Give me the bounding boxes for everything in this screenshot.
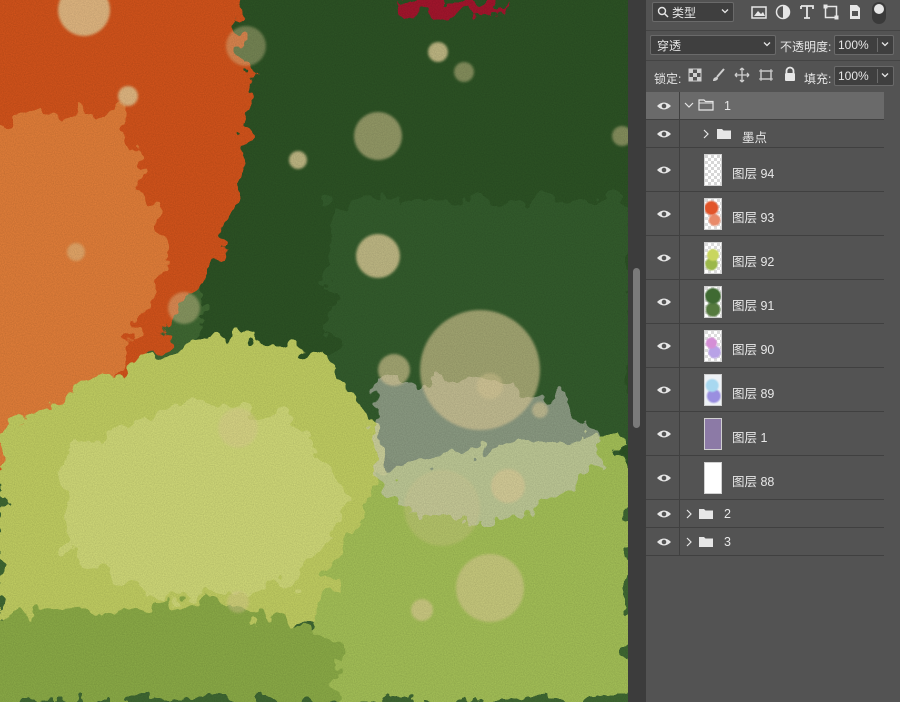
layer-thumbnail bbox=[704, 154, 722, 186]
canvas-scrollbar[interactable] bbox=[628, 0, 646, 702]
eye-icon[interactable] bbox=[656, 536, 672, 548]
layer-name: 图层 91 bbox=[732, 299, 775, 313]
eye-icon[interactable] bbox=[656, 428, 672, 440]
layer-thumbnail bbox=[704, 330, 722, 362]
chevron-down-icon[interactable] bbox=[880, 39, 890, 49]
opacity-field[interactable]: 100% bbox=[834, 35, 894, 55]
layer-90[interactable]: 图层 90 bbox=[646, 324, 884, 368]
layer-name: 图层 94 bbox=[732, 167, 775, 181]
layer-89[interactable]: 图层 89 bbox=[646, 368, 884, 412]
lock-fill-bar: 锁定: 填充: 100% bbox=[646, 60, 900, 91]
fill-field[interactable]: 100% bbox=[834, 66, 894, 86]
chevron-down-icon[interactable] bbox=[684, 101, 694, 109]
eye-icon[interactable] bbox=[656, 208, 672, 220]
opacity-label: 不透明度: bbox=[780, 40, 832, 54]
image-filter-icon[interactable] bbox=[750, 3, 768, 21]
layers-scroll-gutter bbox=[884, 92, 900, 702]
layer-group-2[interactable]: 2 bbox=[646, 500, 884, 528]
layer-91[interactable]: 图层 91 bbox=[646, 280, 884, 324]
filter-kind-label: 类型 bbox=[672, 5, 697, 20]
scrollbar-thumb[interactable] bbox=[633, 268, 640, 428]
layer-name: 图层 1 bbox=[732, 431, 768, 445]
filter-toggle-switch[interactable] bbox=[872, 2, 886, 24]
eye-icon[interactable] bbox=[656, 508, 672, 520]
artwork-painting bbox=[0, 0, 628, 702]
eye-icon[interactable] bbox=[656, 384, 672, 396]
chevron-right-icon[interactable] bbox=[685, 537, 693, 547]
layer-thumbnail bbox=[704, 198, 722, 230]
chevron-down-icon bbox=[763, 42, 771, 47]
fill-label: 填充: bbox=[804, 72, 832, 86]
layer-name: 墨点 bbox=[742, 131, 768, 145]
layer-filter-bar: 类型 bbox=[646, 0, 900, 26]
shape-filter-icon[interactable] bbox=[822, 3, 840, 21]
chevron-down-icon[interactable] bbox=[880, 70, 890, 80]
blend-opacity-bar: 穿透 不透明度: 100% bbox=[646, 30, 900, 59]
eye-icon[interactable] bbox=[656, 164, 672, 176]
layer-name: 3 bbox=[724, 535, 731, 549]
eye-icon[interactable] bbox=[656, 100, 672, 112]
folder-icon bbox=[717, 129, 731, 139]
search-icon bbox=[657, 6, 669, 18]
layer-name: 图层 93 bbox=[732, 211, 775, 225]
layer-group-ink-dots[interactable]: 墨点 bbox=[646, 120, 884, 148]
layer-88[interactable]: 图层 88 bbox=[646, 456, 884, 500]
fill-value: 100% bbox=[838, 69, 869, 83]
layer-group-1[interactable]: 1 bbox=[646, 92, 884, 120]
layers-panel: 类型 穿透 不透明度: 100% 锁定: 填充: 100% 1 墨点 图层 94… bbox=[646, 0, 900, 702]
folder-icon bbox=[699, 509, 713, 519]
lock-all-icon[interactable] bbox=[782, 66, 798, 83]
layer-name: 2 bbox=[724, 507, 731, 521]
layer-name: 图层 90 bbox=[732, 343, 775, 357]
layer-name: 图层 89 bbox=[732, 387, 775, 401]
chevron-down-icon bbox=[721, 9, 729, 14]
blend-mode-select[interactable]: 穿透 bbox=[650, 35, 776, 55]
eye-icon[interactable] bbox=[656, 252, 672, 264]
eye-icon[interactable] bbox=[656, 296, 672, 308]
blend-mode-value: 穿透 bbox=[657, 38, 682, 53]
type-filter-icon[interactable] bbox=[798, 3, 816, 21]
chevron-right-icon[interactable] bbox=[685, 509, 693, 519]
lock-transparency-icon[interactable] bbox=[688, 68, 702, 82]
artwork-canvas[interactable] bbox=[0, 0, 628, 702]
eye-icon[interactable] bbox=[656, 128, 672, 140]
lock-pixels-brush-icon[interactable] bbox=[710, 67, 726, 83]
chevron-right-icon[interactable] bbox=[702, 129, 710, 139]
lock-label: 锁定: bbox=[654, 72, 682, 86]
smart-object-filter-icon[interactable] bbox=[846, 3, 864, 21]
lock-position-move-icon[interactable] bbox=[734, 67, 750, 83]
layer-thumbnail bbox=[704, 286, 722, 318]
layer-group-3[interactable]: 3 bbox=[646, 528, 884, 556]
layer-name: 图层 92 bbox=[732, 255, 775, 269]
layer-thumbnail bbox=[704, 462, 722, 494]
layer-thumbnail bbox=[704, 374, 722, 406]
eye-icon[interactable] bbox=[656, 472, 672, 484]
layer-name: 1 bbox=[724, 99, 731, 113]
folder-icon bbox=[699, 537, 713, 547]
lock-artboard-icon[interactable] bbox=[758, 67, 774, 83]
adjustment-filter-icon[interactable] bbox=[774, 3, 792, 21]
opacity-value: 100% bbox=[838, 38, 869, 52]
layer-94[interactable]: 图层 94 bbox=[646, 148, 884, 192]
layer-name: 图层 88 bbox=[732, 475, 775, 489]
folder-open-icon bbox=[698, 99, 714, 111]
layer-1[interactable]: 图层 1 bbox=[646, 412, 884, 456]
layer-93[interactable]: 图层 93 bbox=[646, 192, 884, 236]
eye-icon[interactable] bbox=[656, 340, 672, 352]
layer-92[interactable]: 图层 92 bbox=[646, 236, 884, 280]
layer-thumbnail bbox=[704, 242, 722, 274]
layer-thumbnail bbox=[704, 418, 722, 450]
filter-kind-select[interactable]: 类型 bbox=[652, 2, 734, 22]
